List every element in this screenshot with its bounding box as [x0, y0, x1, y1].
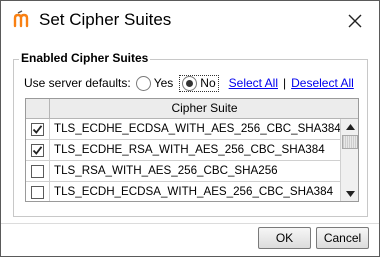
table-header-corner	[26, 99, 50, 119]
no-radio-group[interactable]: No	[179, 74, 219, 92]
triangle-up-icon	[345, 124, 355, 130]
group-legend: Enabled Cipher Suites	[19, 51, 151, 65]
checkmark-icon	[32, 125, 43, 134]
close-icon	[348, 14, 362, 28]
server-defaults-label: Use server defaults:	[24, 76, 131, 90]
scroll-thumb[interactable]	[342, 135, 358, 149]
select-all-link[interactable]: Select All	[229, 76, 278, 90]
link-separator: |	[283, 76, 287, 90]
server-defaults-row: Use server defaults: Yes No Select All |…	[24, 74, 354, 92]
triangle-down-icon	[345, 191, 355, 197]
checkmark-icon	[32, 146, 43, 155]
row-checkbox[interactable]	[31, 144, 44, 157]
ok-button[interactable]: OK	[258, 227, 311, 249]
deselect-all-link[interactable]: Deselect All	[291, 76, 354, 90]
cipher-suite-table: Cipher Suite TLS_ECDHE_ECDSA_WITH_AES_25…	[25, 98, 359, 202]
row-checkbox[interactable]	[31, 123, 44, 136]
moodle-m-icon	[13, 10, 29, 28]
scroll-down-button[interactable]	[341, 186, 358, 201]
no-radio-label[interactable]: No	[200, 76, 215, 90]
title-bar: Set Cipher Suites	[1, 1, 379, 41]
yes-radio-label[interactable]: Yes	[154, 76, 174, 90]
yes-radio[interactable]	[135, 75, 151, 91]
no-radio[interactable]	[182, 75, 198, 91]
table-row[interactable]: TLS_ECDHE_ECDSA_WITH_AES_256_CBC_SHA384	[26, 119, 341, 140]
scroll-up-button[interactable]	[341, 119, 358, 135]
table-row[interactable]: TLS_RSA_WITH_AES_256_CBC_SHA256	[26, 161, 340, 182]
table-row[interactable]: TLS_ECDH_ECDSA_WITH_AES_256_CBC_SHA384	[26, 182, 340, 201]
radio-selected-dot	[186, 79, 194, 87]
set-cipher-suites-dialog: Set Cipher Suites Enabled Cipher Suites …	[0, 0, 380, 257]
row-checkbox[interactable]	[31, 165, 44, 178]
vertical-scrollbar[interactable]	[340, 119, 358, 201]
close-button[interactable]	[341, 9, 369, 33]
row-checkbox[interactable]	[31, 186, 44, 199]
cancel-button[interactable]: Cancel	[316, 227, 369, 249]
cipher-suite-name: TLS_ECDHE_ECDSA_WITH_AES_256_CBC_SHA384	[54, 122, 341, 135]
cipher-suite-column-header[interactable]: Cipher Suite	[50, 99, 358, 119]
dialog-title: Set Cipher Suites	[39, 10, 172, 29]
footer-divider	[1, 223, 379, 224]
cipher-suite-name: TLS_ECDH_ECDSA_WITH_AES_256_CBC_SHA384	[54, 185, 334, 198]
cipher-suite-name: TLS_ECDHE_RSA_WITH_AES_256_CBC_SHA384	[54, 143, 325, 156]
cipher-suite-name: TLS_RSA_WITH_AES_256_CBC_SHA256	[54, 164, 278, 177]
table-row[interactable]: TLS_ECDHE_RSA_WITH_AES_256_CBC_SHA384	[26, 140, 340, 161]
